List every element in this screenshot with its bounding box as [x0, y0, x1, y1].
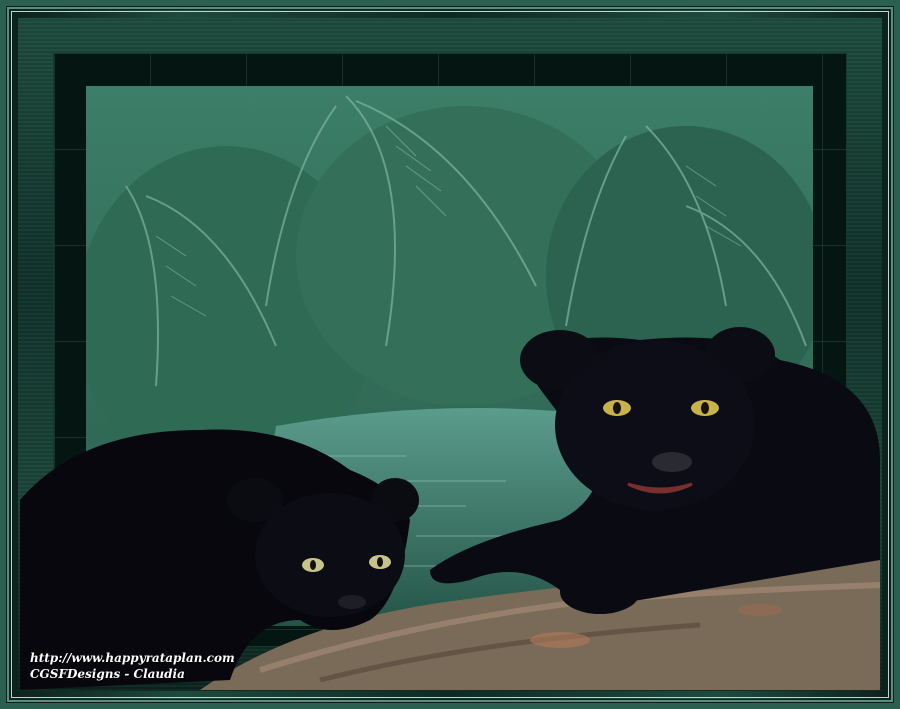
- watermark-url: http://www.happyrataplan.com: [30, 651, 235, 665]
- watermark-credit: CGSFDesigns - Claudia: [30, 667, 185, 681]
- artwork-frame: http://www.happyrataplan.com CGSFDesigns…: [0, 0, 900, 709]
- watermark: http://www.happyrataplan.com CGSFDesigns…: [30, 650, 235, 682]
- inner-white-line: [11, 11, 889, 698]
